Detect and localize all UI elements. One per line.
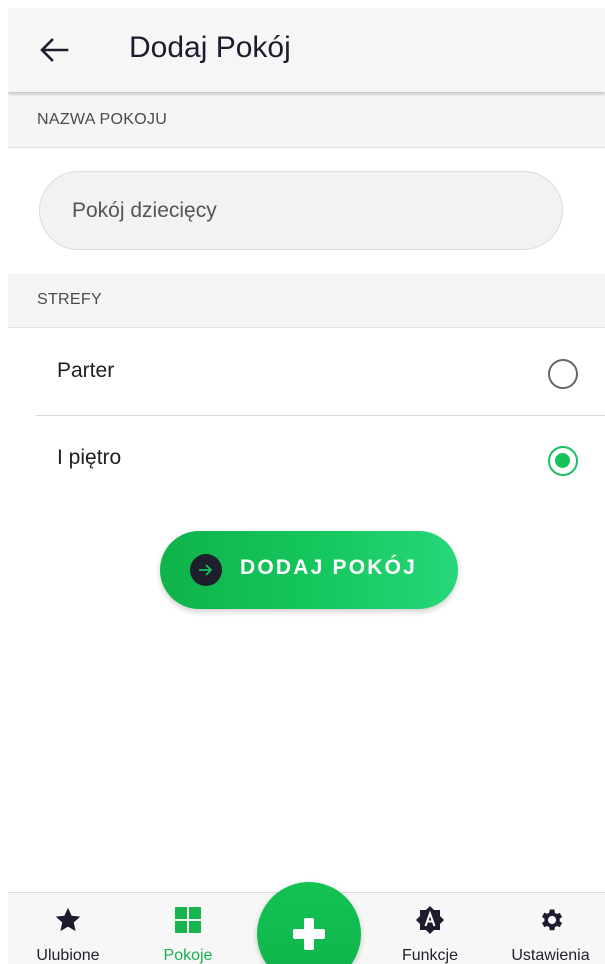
room-name-field[interactable] <box>39 171 563 250</box>
gear-icon <box>536 905 566 935</box>
plus-icon <box>293 918 325 950</box>
nav-item-settings[interactable]: Ustawienia <box>498 893 603 964</box>
zone-label: I piętro <box>57 446 122 469</box>
nav-label: Funkcje <box>401 947 459 964</box>
arrow-left-icon <box>40 38 69 62</box>
back-button[interactable] <box>34 30 74 70</box>
zone-option-parter[interactable]: Parter <box>36 330 605 416</box>
zone-option-first-floor[interactable]: I piętro <box>36 417 605 503</box>
nav-item-rooms[interactable]: Pokoje <box>138 893 238 964</box>
grid-icon <box>173 905 203 935</box>
section-title: NAZWA POKOJU <box>37 111 168 128</box>
room-name-input[interactable] <box>40 172 562 249</box>
section-header-zones: STREFY <box>8 274 605 328</box>
nav-item-functions[interactable]: Funkcje <box>380 893 480 964</box>
page-title: Dodaj Pokój <box>129 31 291 64</box>
nav-label: Ustawienia <box>511 947 590 964</box>
radio-button-selected[interactable] <box>548 446 578 476</box>
top-app-bar: Dodaj Pokój <box>8 8 605 92</box>
app-screen: Dodaj Pokój NAZWA POKOJU STREFY Parter I… <box>8 8 605 964</box>
nav-label: Ulubione <box>36 947 100 964</box>
star-icon <box>53 905 83 935</box>
arrow-right-circle-icon <box>190 554 222 586</box>
radio-button[interactable] <box>548 359 578 389</box>
section-header-room-name: NAZWA POKOJU <box>8 94 605 148</box>
automation-badge-icon <box>415 905 445 935</box>
section-title: STREFY <box>37 291 102 308</box>
add-room-label: DODAJ POKÓJ <box>240 556 418 579</box>
nav-item-favorites[interactable]: Ulubione <box>18 893 118 964</box>
add-room-button[interactable]: DODAJ POKÓJ <box>160 531 458 609</box>
zone-label: Parter <box>57 359 115 382</box>
nav-label: Pokoje <box>163 947 213 964</box>
